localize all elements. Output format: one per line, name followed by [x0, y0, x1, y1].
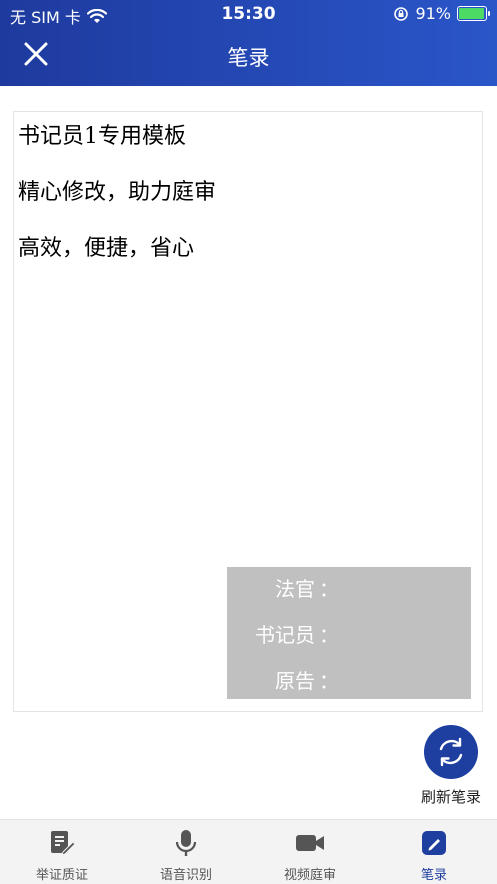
document-line: 高效，便捷，省心 [18, 236, 195, 261]
tab-voice-recognition[interactable]: 语音识别 [124, 820, 248, 884]
refresh-icon [439, 737, 463, 767]
edit-note-icon [422, 831, 446, 855]
signature-label-judge: 法官 [275, 577, 315, 601]
tab-bar: 举证质证 语音识别 视频庭审 笔录 [0, 819, 497, 884]
tab-label: 视频庭审 [283, 868, 336, 883]
signature-box: 法官 ： 书记员 ： 原告 ： [227, 567, 471, 699]
video-camera-icon [296, 835, 324, 851]
evidence-icon [51, 831, 76, 856]
tab-transcript[interactable]: 笔录 [372, 820, 496, 884]
signature-row-clerk: 书记员 ： [227, 613, 471, 653]
tab-evidence[interactable]: 举证质证 [0, 820, 124, 884]
status-bar: 无 SIM 卡 15:30 91% [0, 0, 497, 28]
signature-row-plaintiff: 原告 ： [227, 659, 471, 699]
signature-colon: ： [319, 623, 339, 647]
battery-percent: 91% [415, 4, 451, 23]
refresh-transcript-label[interactable]: 刷新笔录 [408, 786, 494, 807]
signature-label-plaintiff: 原告 [275, 669, 315, 693]
page-title: 笔录 [227, 46, 270, 70]
signature-colon: ： [319, 577, 339, 601]
microphone-icon [175, 830, 197, 856]
nav-bar: 笔录 [0, 30, 497, 80]
tab-label: 举证质证 [35, 868, 88, 883]
signature-label-clerk: 书记员 [255, 623, 315, 647]
battery-icon [457, 6, 490, 21]
top-bar: 无 SIM 卡 15:30 91% 笔录 [0, 0, 497, 86]
status-right: 91% [393, 4, 490, 23]
refresh-transcript-button[interactable] [424, 725, 478, 779]
tab-label: 笔录 [420, 868, 447, 883]
signature-row-judge: 法官 ： [227, 567, 471, 607]
transcript-document[interactable]: 书记员1专用模板 精心修改，助力庭审 高效，便捷，省心 法官 ： 书记员 ： 原… [13, 111, 483, 712]
tab-video-trial[interactable]: 视频庭审 [248, 820, 372, 884]
orientation-lock-icon [394, 6, 409, 21]
document-line: 书记员1专用模板 [18, 124, 186, 149]
document-line: 精心修改，助力庭审 [18, 180, 217, 205]
tab-label: 语音识别 [159, 868, 212, 883]
signature-colon: ： [319, 669, 339, 693]
